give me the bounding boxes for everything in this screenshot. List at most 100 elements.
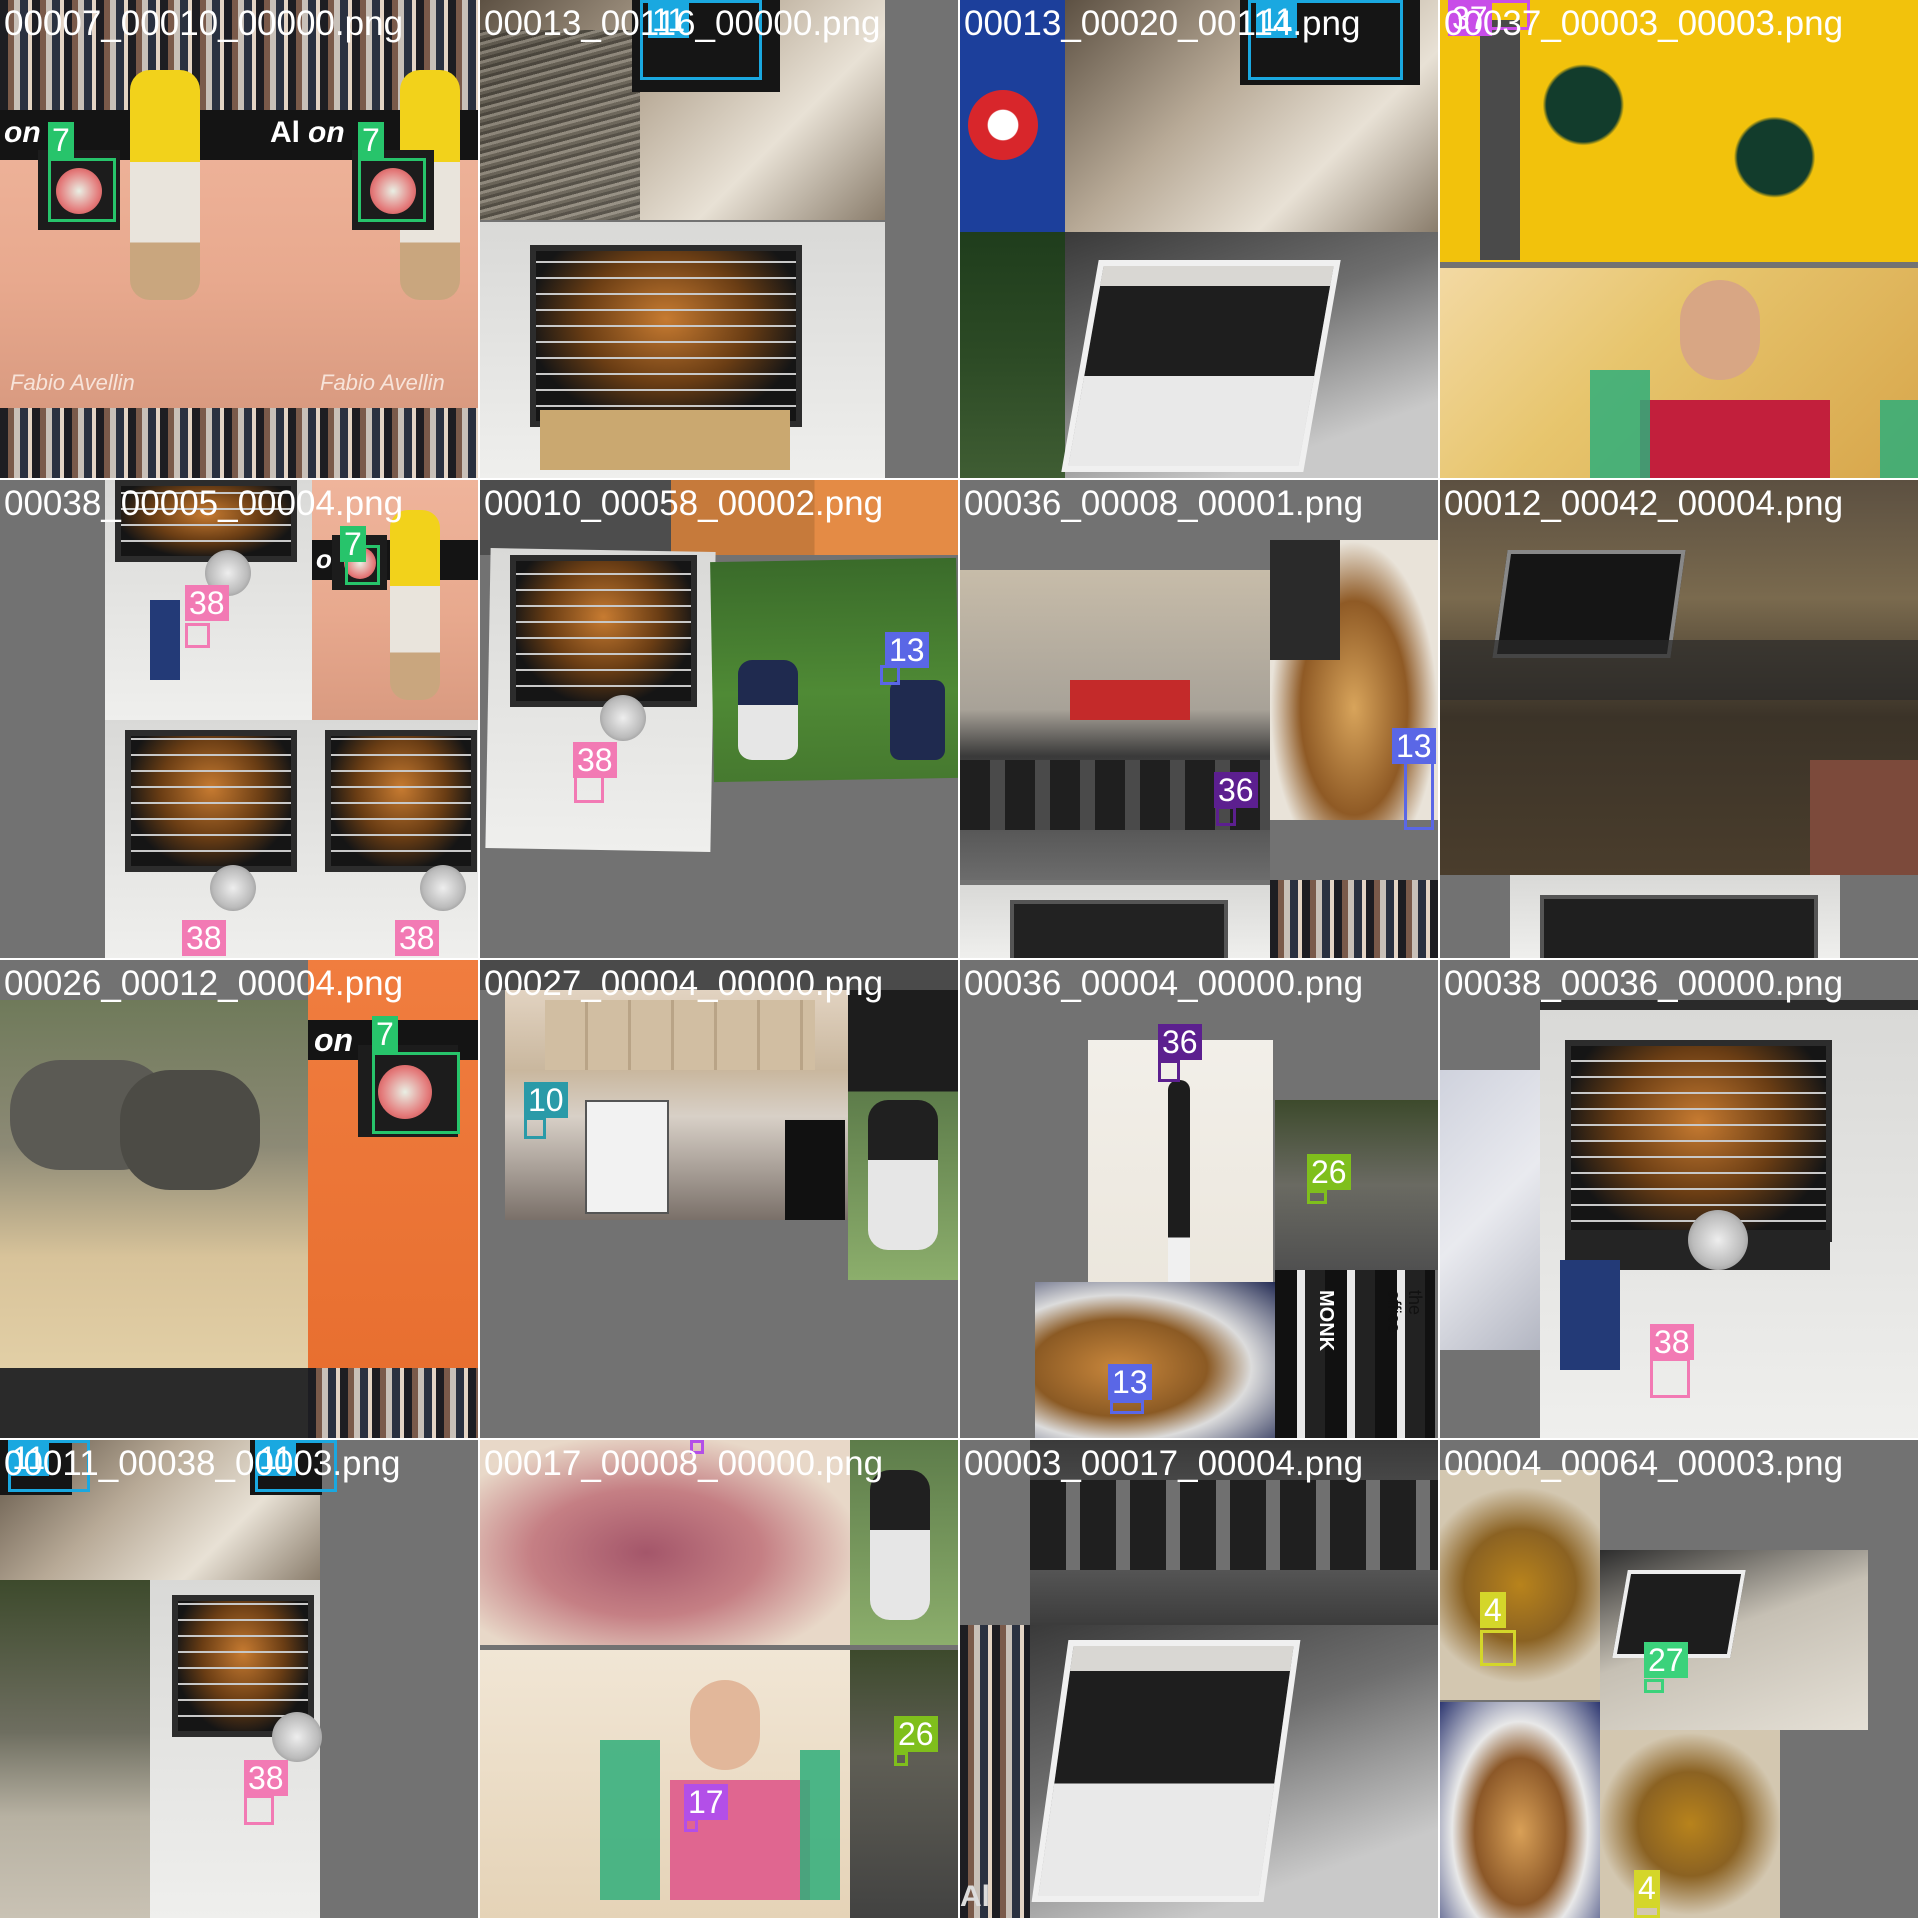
tile-1[interactable]: on Al on Fabio Avellin Fabio Avellin 7 7… — [0, 0, 478, 478]
class-label: 26 — [1307, 1154, 1351, 1190]
book-text: MONK — [1315, 1290, 1337, 1352]
forest-image — [960, 232, 1065, 478]
sandwich-image — [1440, 1702, 1600, 1918]
class-label: 10 — [524, 1082, 568, 1118]
oven-window — [510, 555, 697, 707]
class-label: 7 — [48, 122, 74, 158]
tile-filename: 00003_00017_00004.png — [964, 1444, 1364, 1483]
tile-10[interactable]: 10 00027_00004_00000.png — [480, 960, 958, 1438]
class-label: 4 — [1480, 1592, 1506, 1628]
bbox — [1158, 1060, 1180, 1082]
class-label: 36 — [1158, 1024, 1202, 1060]
face — [1680, 280, 1760, 380]
bbox — [880, 665, 900, 685]
tile-8[interactable]: 00012_00042_00004.png — [1440, 480, 1918, 958]
book-text: the office — [1384, 1290, 1425, 1333]
tile-2[interactable]: 11 00013_00116_00000.png — [480, 0, 958, 478]
tile-filename: 00036_00004_00000.png — [964, 964, 1364, 1003]
bbox — [1216, 806, 1236, 826]
oven-window — [325, 730, 477, 872]
tile-3[interactable]: 11 00013_00020_00114.png — [960, 0, 1438, 478]
tile-5[interactable]: on 7 38 38 38 00038_00005_00004.png — [0, 480, 478, 958]
class-label: 36 — [1214, 772, 1258, 808]
class-label: 38 — [244, 1760, 288, 1796]
tennis-player — [130, 70, 200, 300]
baseball-player — [738, 660, 798, 760]
bbox — [1307, 1190, 1327, 1204]
tile-7[interactable]: 13 36 00036_00008_00001.png — [960, 480, 1438, 958]
bbox — [1644, 1679, 1664, 1693]
crowd-image — [960, 1625, 1030, 1918]
tile-13[interactable]: 11 11 38 00011_00038_00003.png — [0, 1440, 478, 1918]
glass — [1880, 400, 1918, 478]
oven-door — [540, 410, 790, 470]
sandwich-image — [1035, 1282, 1275, 1438]
bbox — [372, 1052, 460, 1134]
tile-filename: 00004_00064_00003.png — [1444, 1444, 1844, 1483]
bbox — [684, 1818, 698, 1832]
class-label: 7 — [358, 122, 384, 158]
snow-image — [1440, 1070, 1540, 1350]
tile-15[interactable]: Al 00003_00017_00004.png — [960, 1440, 1438, 1918]
texture — [480, 30, 640, 220]
crowd-image — [1270, 880, 1438, 958]
laptop — [1031, 1640, 1301, 1902]
plate — [600, 695, 646, 741]
elephants-image — [0, 1000, 310, 1368]
tile-filename: 00036_00008_00001.png — [964, 484, 1364, 523]
bbox — [524, 1117, 546, 1139]
tile-16[interactable]: 4 27 4 00004_00064_00003.png — [1440, 1440, 1918, 1918]
glass — [1590, 370, 1650, 478]
oven-window — [530, 245, 802, 427]
class-label: 38 — [395, 920, 439, 956]
class-label: 38 — [1650, 1324, 1694, 1360]
tile-filename: 00013_00020_00114.png — [964, 4, 1361, 43]
towel — [1560, 1260, 1620, 1370]
elephants-image — [1275, 1100, 1438, 1270]
banner-text: on — [314, 1022, 354, 1058]
banner-text: on — [308, 116, 345, 149]
tile-filename: 00007_00010_00000.png — [4, 4, 404, 43]
oven-image — [1510, 875, 1840, 958]
crowd-image — [308, 1368, 478, 1438]
tile-6[interactable]: 13 38 00010_00058_00002.png — [480, 480, 958, 958]
chair-frame — [1480, 20, 1520, 260]
watermark: Al — [960, 1880, 990, 1913]
balcony-image — [1440, 480, 1918, 875]
oven-window — [125, 730, 297, 872]
tile-12[interactable]: 38 00038_00036_00000.png — [1440, 960, 1918, 1438]
tile-filename: 00012_00042_00004.png — [1444, 484, 1844, 523]
class-label: 17 — [684, 1784, 728, 1820]
baseball-player — [890, 680, 945, 760]
watermark: Fabio Avellin — [320, 370, 445, 395]
tile-4[interactable]: 37 00037_00003_00003.png — [1440, 0, 1918, 478]
tile-filename: 00017_00008_00000.png — [484, 1444, 884, 1483]
tile-filename: 00026_00012_00004.png — [4, 964, 404, 1003]
plate — [272, 1712, 322, 1762]
bbox — [1634, 1905, 1660, 1918]
class-label: 27 — [1644, 1642, 1688, 1678]
tennis-player — [390, 510, 440, 700]
desk-image — [1600, 1550, 1868, 1730]
bbox — [894, 1752, 908, 1766]
tile-11[interactable]: MONK the office 36 26 13 00036_00004_000… — [960, 960, 1438, 1438]
tile-14[interactable]: 17 17 26 00017_00008_00000.png — [480, 1440, 958, 1918]
class-label: 38 — [573, 742, 617, 778]
bbox — [1650, 1358, 1690, 1398]
class-label: 38 — [182, 920, 226, 956]
fork-image — [1088, 1040, 1273, 1305]
woman-image — [480, 1650, 850, 1918]
oven-image — [0, 1368, 310, 1438]
tile-filename: 00013_00116_00000.png — [484, 4, 881, 43]
tile-filename: 00010_00058_00002.png — [484, 484, 884, 523]
towel — [150, 600, 180, 680]
donut-image — [1600, 1730, 1780, 1918]
tile-9[interactable]: on 7 00026_00012_00004.png — [0, 960, 478, 1438]
bbox — [244, 1795, 274, 1825]
plate — [420, 865, 466, 911]
elephants-image — [850, 1650, 958, 1918]
mosaic-grid: on Al on Fabio Avellin Fabio Avellin 7 7… — [0, 0, 1920, 1920]
tile-filename: 00038_00005_00004.png — [4, 484, 404, 523]
bbox — [48, 158, 116, 222]
class-label: 13 — [1108, 1364, 1152, 1400]
